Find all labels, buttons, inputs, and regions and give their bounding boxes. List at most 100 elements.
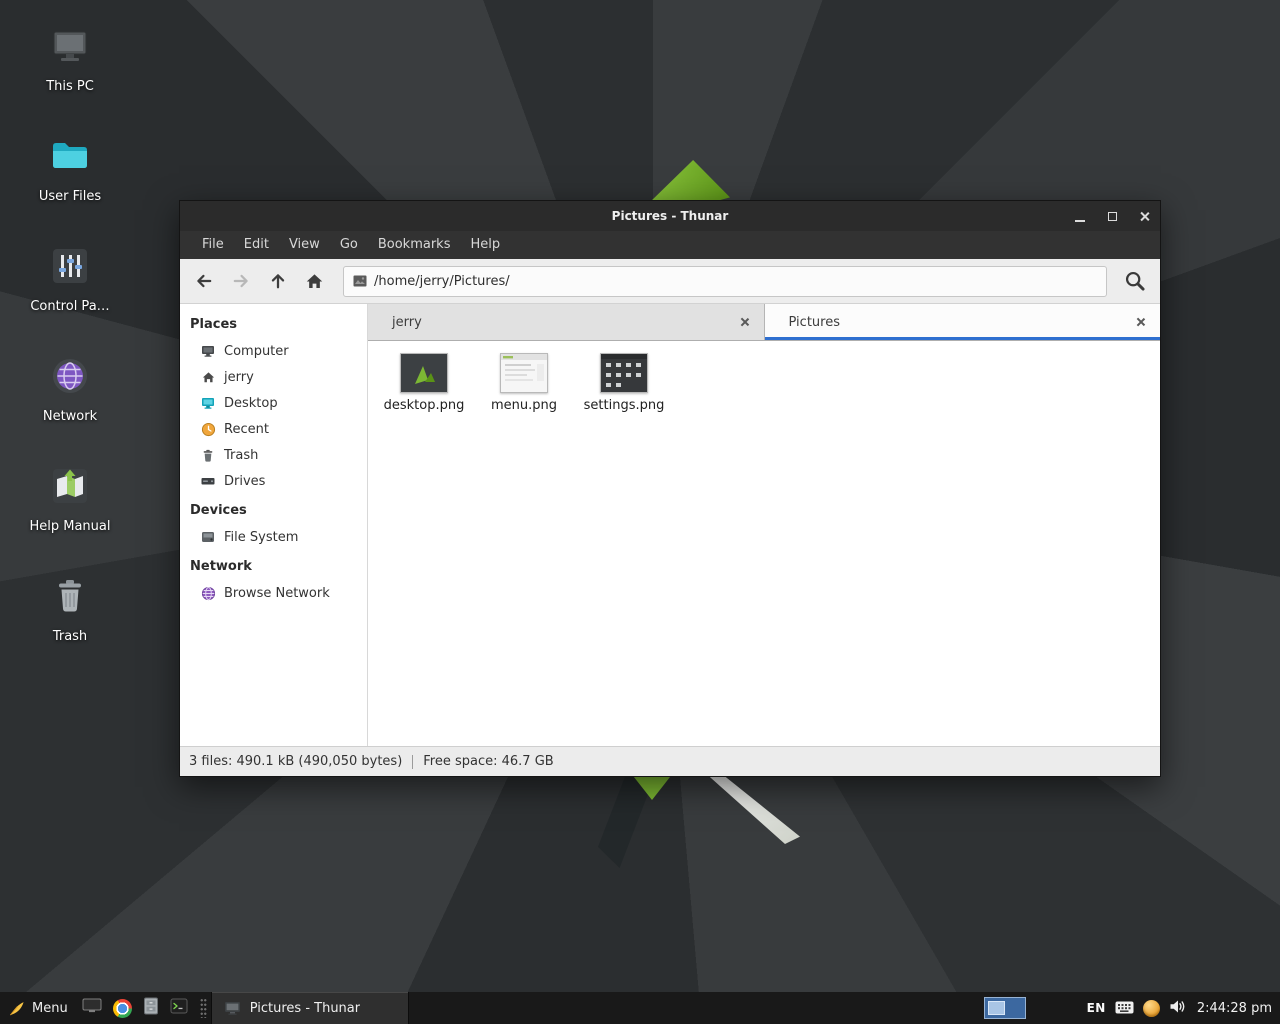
menu-file[interactable]: File: [192, 231, 234, 259]
sidebar-item-drives[interactable]: Drives: [180, 468, 367, 494]
map-icon: [48, 464, 92, 512]
desktop-icon-help-manual[interactable]: Help Manual: [18, 464, 122, 540]
clock-icon: [200, 421, 216, 437]
thunar-task-icon: [224, 1001, 241, 1016]
taskbar-window-button[interactable]: Pictures - Thunar: [211, 992, 409, 1024]
forward-button[interactable]: [222, 265, 259, 297]
path-bar[interactable]: /home/jerry/Pictures/: [343, 266, 1107, 297]
tab-pictures[interactable]: Pictures: [765, 304, 1161, 340]
sidebar-item-computer[interactable]: Computer: [180, 338, 367, 364]
search-button[interactable]: [1115, 264, 1155, 298]
up-button[interactable]: [259, 265, 296, 297]
maximize-button[interactable]: [1096, 201, 1128, 231]
up-arrow-icon: [269, 272, 287, 290]
file-thumbnail: [600, 353, 648, 393]
control-panel-icon: [48, 244, 92, 292]
file-item-settings-png[interactable]: settings.png: [574, 353, 674, 413]
system-tray: EN 2:44:28 pm: [984, 997, 1280, 1019]
computer-icon: [48, 24, 92, 72]
keyboard-icon[interactable]: [1115, 999, 1134, 1018]
notifier-icon[interactable]: [1143, 1000, 1160, 1017]
sidebar-item-label: Trash: [224, 448, 258, 463]
menu-edit[interactable]: Edit: [234, 231, 279, 259]
sidebar-item-home[interactable]: jerry: [180, 364, 367, 390]
close-button[interactable]: [1128, 201, 1160, 231]
distro-feather-icon: [8, 1000, 25, 1017]
sidebar-item-label: Recent: [224, 422, 269, 437]
tab-close-icon[interactable]: [1136, 317, 1146, 327]
terminal-icon[interactable]: [170, 998, 188, 1018]
file-name: settings.png: [584, 398, 665, 413]
desktop-icon-label: Control Pa…: [30, 299, 109, 314]
sidebar-item-label: jerry: [224, 370, 254, 385]
sidebar-item-label: Drives: [224, 474, 265, 489]
sidebar-item-trash[interactable]: Trash: [180, 442, 367, 468]
sidebar-item-label: Browse Network: [224, 586, 330, 601]
tab-close-icon[interactable]: [740, 317, 750, 327]
file-item-menu-png[interactable]: menu.png: [474, 353, 574, 413]
tab-label: jerry: [392, 315, 740, 330]
window-titlebar[interactable]: Pictures - Thunar: [180, 201, 1160, 231]
status-file-count: 3 files: 490.1 kB (490,050 bytes): [189, 754, 402, 769]
forward-icon: [232, 272, 250, 290]
thunar-window: Pictures - Thunar File Edit View Go Book…: [179, 200, 1161, 777]
image-folder-icon: [353, 275, 367, 287]
start-menu-button[interactable]: Menu: [0, 992, 78, 1024]
clock[interactable]: 2:44:28 pm: [1197, 1001, 1272, 1016]
status-divider: [412, 755, 413, 769]
file-list[interactable]: desktop.png menu.png settings.png: [368, 341, 1160, 746]
file-item-desktop-png[interactable]: desktop.png: [374, 353, 474, 413]
status-free-space: Free space: 46.7 GB: [423, 754, 553, 769]
desktop-icon-label: User Files: [39, 189, 101, 204]
volume-icon[interactable]: [1169, 999, 1186, 1018]
desktop-icon-this-pc[interactable]: This PC: [18, 24, 122, 100]
desktop-icon-trash[interactable]: Trash: [18, 574, 122, 650]
sidebar-item-desktop[interactable]: Desktop: [180, 390, 367, 416]
desktop-icon-column: This PC User Files Control Pa… Network H…: [18, 24, 122, 650]
back-button[interactable]: [185, 265, 222, 297]
desktop-icon-user-files[interactable]: User Files: [18, 134, 122, 210]
wallpaper-white-streak: [700, 770, 800, 844]
maximize-icon: [1108, 212, 1117, 221]
sidebar-item-browse-network[interactable]: Browse Network: [180, 580, 367, 606]
home-icon: [200, 369, 216, 385]
desktop-icon-network[interactable]: Network: [18, 354, 122, 430]
toolbar: /home/jerry/Pictures/: [180, 259, 1160, 304]
menu-view[interactable]: View: [279, 231, 330, 259]
menubar: File Edit View Go Bookmarks Help: [180, 231, 1160, 259]
menu-bookmarks[interactable]: Bookmarks: [368, 231, 461, 259]
minimize-icon: [1075, 220, 1085, 222]
home-button[interactable]: [296, 265, 333, 297]
desktop-icon-label: Help Manual: [29, 519, 110, 534]
workspace-window: [988, 1001, 1005, 1015]
window-title: Pictures - Thunar: [276, 209, 1064, 223]
home-icon: [305, 272, 324, 291]
search-icon: [1124, 270, 1146, 292]
desktop-icon-label: Trash: [53, 629, 87, 644]
minimize-button[interactable]: [1064, 201, 1096, 231]
tab-bar: jerry Pictures: [368, 304, 1160, 341]
folder-icon: [48, 134, 92, 182]
show-desktop-icon[interactable]: [82, 998, 102, 1018]
workspace-switcher[interactable]: [984, 997, 1026, 1019]
chrome-icon[interactable]: [113, 999, 132, 1018]
tab-label: Pictures: [789, 315, 1137, 330]
desktop-monitor-icon: [200, 395, 216, 411]
sidebar-item-recent[interactable]: Recent: [180, 416, 367, 442]
tab-jerry[interactable]: jerry: [368, 304, 765, 340]
network-globe-icon: [48, 354, 92, 402]
file-thumbnail: [500, 353, 548, 393]
file-cabinet-icon[interactable]: [143, 997, 159, 1019]
desktop-icon-control-panel[interactable]: Control Pa…: [18, 244, 122, 320]
window-content: Places Computer jerry Desktop Recent Tra…: [180, 304, 1160, 746]
file-name: desktop.png: [384, 398, 465, 413]
path-text: /home/jerry/Pictures/: [374, 274, 510, 289]
panel-grip[interactable]: [200, 998, 207, 1018]
menu-help[interactable]: Help: [460, 231, 510, 259]
keyboard-language-label[interactable]: EN: [1087, 1001, 1106, 1015]
file-thumbnail: [400, 353, 448, 393]
file-pane: jerry Pictures desktop.png: [368, 304, 1160, 746]
sidebar-item-file-system[interactable]: File System: [180, 524, 367, 550]
close-icon: [1139, 211, 1150, 222]
menu-go[interactable]: Go: [330, 231, 368, 259]
